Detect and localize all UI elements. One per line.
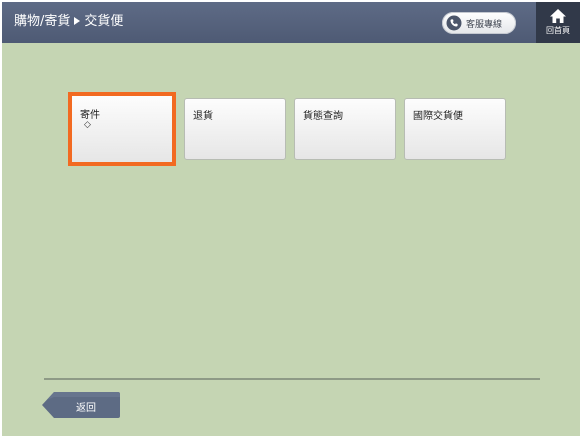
send-package-tile[interactable]: 寄件 ◇ — [68, 92, 176, 166]
breadcrumb-current: 交貨便 — [84, 14, 124, 29]
return-goods-label: 退貨 — [193, 111, 213, 122]
divider — [44, 378, 540, 380]
triangle-right-icon — [74, 17, 81, 25]
screen: 購物/寄貨 交貨便 客服專線 回首頁 寄件 ◇ 退貨 貨態查詢 國際交貨便 返回 — [2, 2, 580, 436]
back-button[interactable]: 返回 — [42, 392, 120, 418]
return-goods-tile[interactable]: 退貨 — [184, 98, 286, 160]
send-package-sub-icon: ◇ — [84, 120, 91, 130]
shipment-status-query-tile[interactable]: 貨態查詢 — [294, 98, 396, 160]
breadcrumb-parent[interactable]: 購物/寄貨 — [14, 14, 70, 29]
back-label: 返回 — [76, 403, 96, 414]
top-bar: 購物/寄貨 交貨便 客服專線 回首頁 — [2, 2, 580, 43]
home-icon — [550, 9, 566, 23]
breadcrumb: 購物/寄貨 交貨便 — [14, 14, 123, 30]
shipment-status-query-label: 貨態查詢 — [303, 111, 343, 122]
international-delivery-tile[interactable]: 國際交貨便 — [404, 98, 506, 160]
customer-service-label: 客服專線 — [466, 19, 503, 30]
send-package-label: 寄件 — [80, 110, 100, 121]
customer-service-button[interactable]: 客服專線 — [442, 12, 516, 34]
home-label: 回首頁 — [546, 26, 570, 35]
home-button[interactable]: 回首頁 — [536, 2, 580, 43]
phone-icon — [446, 15, 462, 31]
international-delivery-label: 國際交貨便 — [413, 111, 463, 122]
